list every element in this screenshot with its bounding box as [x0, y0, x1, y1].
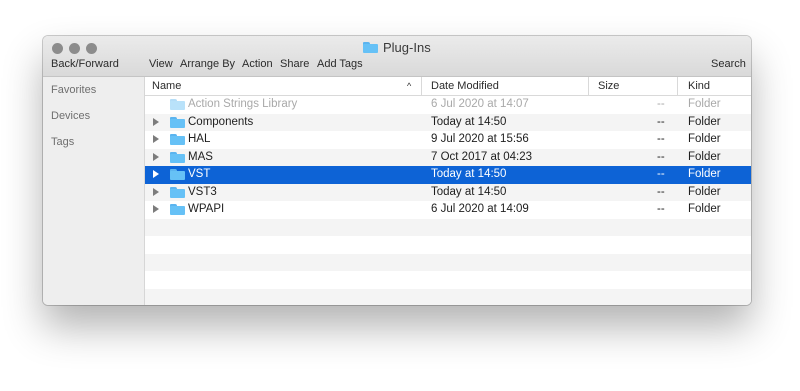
file-row-vst[interactable]: VST Today at 14:50 -- Folder — [145, 166, 751, 184]
file-date-modified: Today at 14:50 — [431, 115, 507, 128]
column-header-kind[interactable]: Kind — [688, 80, 710, 92]
file-date-modified: 6 Jul 2020 at 14:09 — [431, 203, 529, 215]
empty-row — [145, 271, 751, 289]
file-date-modified: Today at 14:50 — [431, 185, 507, 198]
file-date-modified: 9 Jul 2020 at 15:56 — [431, 133, 529, 145]
folder-icon — [363, 41, 378, 53]
column-header-name[interactable]: Name — [152, 80, 181, 92]
file-date-modified: 7 Oct 2017 at 04:23 — [431, 150, 533, 163]
file-size: -- — [657, 150, 665, 163]
file-list: Name ^ Date Modified Size Kind Action St… — [145, 77, 751, 305]
close-window-button[interactable] — [52, 43, 63, 54]
column-divider[interactable] — [588, 77, 589, 95]
folder-icon — [170, 116, 185, 128]
window-title-label: Plug-Ins — [383, 39, 431, 55]
add-tags-button[interactable]: Add Tags — [317, 58, 363, 70]
folder-icon — [170, 134, 185, 145]
finder-window: Plug-Ins Back/Forward View Arrange By Ac… — [43, 36, 751, 305]
file-kind: Folder — [688, 185, 721, 198]
file-kind: Folder — [688, 150, 721, 163]
sidebar-section-devices[interactable]: Devices — [51, 110, 90, 122]
column-divider[interactable] — [421, 77, 422, 95]
file-name: Action Strings Library — [188, 98, 298, 110]
minimize-window-button[interactable] — [69, 43, 80, 54]
file-size: -- — [657, 98, 665, 110]
file-name: VST — [188, 168, 211, 180]
file-kind: Folder — [688, 115, 721, 128]
column-header-date-modified[interactable]: Date Modified — [431, 80, 499, 92]
folder-icon — [170, 186, 185, 198]
zoom-window-button[interactable] — [86, 43, 97, 54]
sidebar-section-favorites[interactable]: Favorites — [51, 84, 96, 96]
file-row-action-strings-library[interactable]: Action Strings Library 6 Jul 2020 at 14:0… — [145, 96, 751, 114]
file-kind: Folder — [688, 133, 721, 145]
disclosure-triangle-icon[interactable] — [153, 135, 159, 143]
folder-icon — [170, 204, 185, 215]
view-button[interactable]: View — [149, 58, 173, 70]
file-size: -- — [657, 133, 665, 145]
file-date-modified: 6 Jul 2020 at 14:07 — [431, 98, 529, 110]
column-headers: Name ^ Date Modified Size Kind — [145, 77, 751, 96]
arrange-by-button[interactable]: Arrange By — [180, 58, 235, 70]
file-row-vst3[interactable]: VST3 Today at 14:50 -- Folder — [145, 183, 751, 201]
empty-row — [145, 218, 751, 236]
back-forward-button[interactable]: Back/Forward — [51, 58, 119, 70]
file-kind: Folder — [688, 98, 721, 110]
disclosure-triangle-icon[interactable] — [153, 170, 159, 178]
folder-icon — [170, 151, 185, 163]
file-name: WPAPI — [188, 203, 225, 215]
file-row-hal[interactable]: HAL 9 Jul 2020 at 15:56 -- Folder — [145, 131, 751, 149]
file-row-mas[interactable]: MAS 7 Oct 2017 at 04:23 -- Folder — [145, 148, 751, 166]
file-date-modified: Today at 14:50 — [431, 168, 507, 180]
empty-row — [145, 253, 751, 271]
sidebar: Favorites Devices Tags — [43, 77, 145, 305]
file-size: -- — [657, 168, 665, 180]
file-size: -- — [657, 203, 665, 215]
empty-row — [145, 236, 751, 254]
share-button[interactable]: Share — [280, 58, 309, 70]
column-header-size[interactable]: Size — [598, 80, 619, 92]
folder-icon — [170, 99, 185, 110]
sidebar-section-tags[interactable]: Tags — [51, 136, 74, 148]
search-button[interactable]: Search — [711, 58, 746, 70]
action-button[interactable]: Action — [242, 58, 273, 70]
file-kind: Folder — [688, 168, 721, 180]
title-bar: Plug-Ins Back/Forward View Arrange By Ac… — [43, 36, 751, 77]
empty-row — [145, 288, 751, 305]
file-size: -- — [657, 115, 665, 128]
column-divider[interactable] — [677, 77, 678, 95]
sort-ascending-icon: ^ — [407, 81, 412, 91]
file-name: Components — [188, 115, 254, 128]
window-title: Plug-Ins — [363, 39, 431, 55]
file-row-components[interactable]: Components Today at 14:50 -- Folder — [145, 113, 751, 131]
file-name: HAL — [188, 133, 211, 145]
disclosure-triangle-icon[interactable] — [153, 117, 159, 126]
disclosure-triangle-icon[interactable] — [153, 205, 159, 213]
file-size: -- — [657, 185, 665, 198]
file-name: VST3 — [188, 185, 217, 198]
file-kind: Folder — [688, 203, 721, 215]
disclosure-triangle-icon[interactable] — [153, 152, 159, 161]
file-name: MAS — [188, 150, 213, 163]
folder-icon — [170, 169, 185, 180]
disclosure-triangle-icon[interactable] — [153, 187, 159, 196]
file-row-wpapi[interactable]: WPAPI 6 Jul 2020 at 14:09 -- Folder — [145, 201, 751, 219]
